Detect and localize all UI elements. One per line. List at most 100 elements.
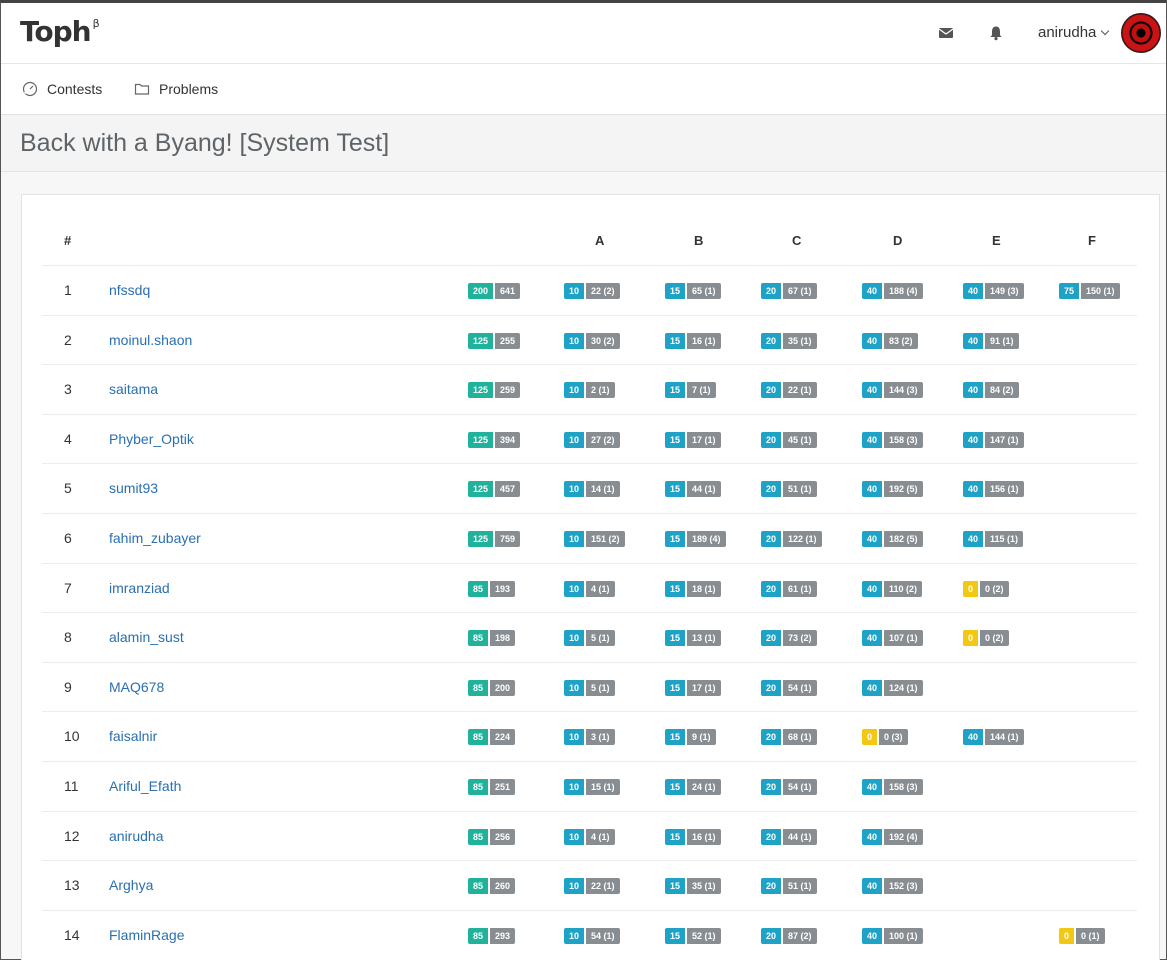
problem-cell[interactable]: 10 22 (1) [564, 878, 620, 895]
problem-cell[interactable]: 10 54 (1) [564, 927, 620, 944]
problem-cell[interactable]: 15 17 (1) [665, 679, 721, 696]
table-row: 1 nfssdq 200 641 10 22 (2) 15 65 (1) 20 67 (1) 40 1… [42, 265, 1137, 315]
envelope-icon[interactable] [938, 25, 954, 41]
time-attempts-badge: 22 (1) [586, 878, 620, 895]
bell-icon[interactable] [988, 25, 1004, 41]
contestant-link[interactable]: alamin_sust [109, 629, 184, 645]
problem-cell[interactable]: 10 27 (2) [564, 431, 620, 448]
score-badge: 125 [468, 382, 494, 399]
problem-cell[interactable]: 20 22 (1) [761, 382, 817, 399]
rank-cell: 14 [64, 926, 80, 943]
contestant-link[interactable]: sumit93 [109, 480, 158, 496]
problem-cell[interactable]: 40 83 (2) [862, 332, 918, 349]
contestant-link[interactable]: moinul.shaon [109, 332, 192, 348]
contestant-link[interactable]: nfssdq [109, 282, 150, 298]
problem-cell[interactable]: 10 151 (2) [564, 531, 625, 547]
problem-cell[interactable]: 40 124 (1) [862, 679, 923, 696]
problem-cell[interactable]: 15 9 (1) [665, 729, 716, 746]
problem-cell[interactable]: 10 14 (1) [564, 481, 620, 498]
time-attempts-badge: 115 (1) [985, 531, 1024, 547]
problem-cell[interactable]: 15 13 (1) [665, 630, 721, 647]
time-attempts-badge: 51 (1) [783, 481, 817, 498]
problem-cell[interactable]: 20 54 (1) [761, 679, 817, 696]
problem-cell[interactable]: 20 44 (1) [761, 828, 817, 845]
problem-cell[interactable]: 40 147 (1) [963, 431, 1024, 448]
problem-cell[interactable]: 15 44 (1) [665, 481, 721, 498]
toph-logo[interactable]: Toph β [20, 15, 100, 48]
problem-cell[interactable]: 15 189 (4) [665, 531, 726, 547]
problem-cell[interactable]: 20 87 (2) [761, 927, 817, 944]
problem-cell[interactable]: 40 188 (4) [862, 283, 923, 299]
problem-cell[interactable]: 15 52 (1) [665, 927, 721, 944]
problem-cell[interactable]: 20 35 (1) [761, 332, 817, 349]
problem-cell[interactable]: 10 15 (1) [564, 779, 620, 795]
problem-cell[interactable]: 00 (2) [963, 580, 1009, 597]
problem-cell[interactable]: 15 65 (1) [665, 283, 721, 299]
problem-cell[interactable]: 40 182 (5) [862, 531, 923, 547]
problem-cell[interactable]: 10 4 (1) [564, 828, 615, 845]
problem-cell[interactable]: 10 5 (1) [564, 630, 615, 647]
problem-cell[interactable]: 20 51 (1) [761, 878, 817, 895]
problem-cell[interactable]: 40 91 (1) [963, 332, 1019, 349]
contestant-link[interactable]: anirudha [109, 828, 164, 844]
rank-cell: 10 [64, 728, 80, 745]
contestant-link[interactable]: Arghya [109, 877, 153, 893]
problem-cell[interactable]: 15 7 (1) [665, 382, 716, 399]
problem-cell[interactable]: 10 2 (1) [564, 382, 615, 399]
nav-contests[interactable]: Contests [22, 81, 102, 97]
problem-cell[interactable]: 15 16 (1) [665, 828, 721, 845]
problem-cell[interactable]: 20 61 (1) [761, 580, 817, 597]
problem-cell[interactable]: 20 73 (2) [761, 630, 817, 647]
problem-cell[interactable]: 40 115 (1) [963, 531, 1024, 547]
problem-cell[interactable]: 40 158 (3) [862, 779, 923, 795]
contestant-link[interactable]: Phyber_Optik [109, 431, 194, 447]
problem-cell[interactable]: 40 84 (2) [963, 382, 1019, 399]
contestant-link[interactable]: Ariful_Efath [109, 778, 181, 794]
problem-cell[interactable]: 20 67 (1) [761, 283, 817, 299]
problem-cell[interactable]: 10 22 (2) [564, 283, 620, 299]
problem-cell[interactable]: 00 (1) [1059, 927, 1105, 944]
problem-cell[interactable]: 40 110 (2) [862, 580, 923, 597]
contestant-link[interactable]: fahim_zubayer [109, 530, 201, 546]
points-badge: 20 [761, 531, 782, 547]
points-badge: 40 [862, 779, 883, 795]
problem-cell[interactable]: 10 5 (1) [564, 679, 615, 696]
problem-cell[interactable]: 00 (2) [963, 630, 1009, 647]
avatar[interactable] [1121, 13, 1161, 53]
time-attempts-badge: 30 (2) [586, 332, 620, 349]
problem-cell[interactable]: 40 192 (4) [862, 828, 923, 845]
points-badge: 20 [761, 283, 782, 299]
problem-cell[interactable]: 75 150 (1) [1059, 283, 1120, 299]
problem-cell[interactable]: 40 107 (1) [862, 630, 923, 647]
problem-cell[interactable]: 40 158 (3) [862, 431, 923, 448]
problem-cell[interactable]: 15 24 (1) [665, 779, 721, 795]
problem-cell[interactable]: 15 17 (1) [665, 431, 721, 448]
points-badge: 0 [862, 729, 878, 746]
problem-cell[interactable]: 10 30 (2) [564, 332, 620, 349]
problem-cell[interactable]: 20 122 (1) [761, 531, 822, 547]
problem-cell[interactable]: 40 152 (3) [862, 878, 923, 895]
contestant-link[interactable]: MAQ678 [109, 679, 164, 695]
problem-cell[interactable]: 40 192 (5) [862, 481, 923, 498]
problem-cell[interactable]: 40 144 (1) [963, 729, 1024, 746]
problem-cell[interactable]: 15 18 (1) [665, 580, 721, 597]
problem-cell[interactable]: 10 4 (1) [564, 580, 615, 597]
problem-cell[interactable]: 20 68 (1) [761, 729, 817, 746]
problem-cell[interactable]: 20 45 (1) [761, 431, 817, 448]
problem-cell[interactable]: 40 144 (3) [862, 382, 923, 399]
user-menu[interactable]: anirudha [1038, 24, 1110, 41]
contestant-link[interactable]: imranziad [109, 580, 170, 596]
contestant-link[interactable]: FlaminRage [109, 927, 184, 943]
problem-cell[interactable]: 00 (3) [862, 729, 908, 746]
contestant-link[interactable]: faisalnir [109, 728, 157, 744]
problem-cell[interactable]: 20 54 (1) [761, 779, 817, 795]
problem-cell[interactable]: 10 3 (1) [564, 729, 615, 746]
problem-cell[interactable]: 15 35 (1) [665, 878, 721, 895]
nav-problems[interactable]: Problems [134, 81, 218, 97]
contestant-link[interactable]: saitama [109, 381, 158, 397]
problem-cell[interactable]: 40 100 (1) [862, 927, 923, 944]
problem-cell[interactable]: 15 16 (1) [665, 332, 721, 349]
problem-cell[interactable]: 40 156 (1) [963, 481, 1024, 498]
problem-cell[interactable]: 40 149 (3) [963, 283, 1024, 299]
problem-cell[interactable]: 20 51 (1) [761, 481, 817, 498]
